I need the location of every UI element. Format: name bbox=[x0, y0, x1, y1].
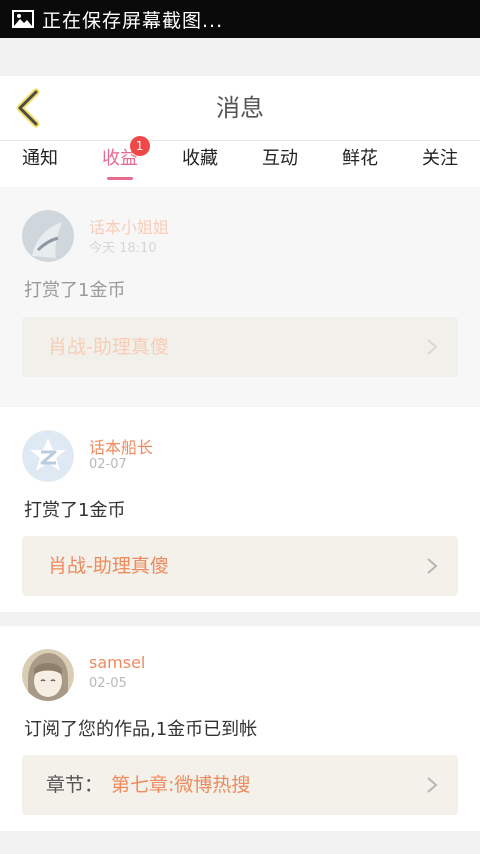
tab-earnings[interactable]: 收益 1 bbox=[80, 136, 160, 187]
work-link[interactable]: 肖战-助理真傻 bbox=[22, 536, 458, 596]
status-text: 正在保存屏幕截图... bbox=[42, 9, 224, 32]
tab-follow[interactable]: 关注 bbox=[400, 141, 480, 187]
page-title: 消息 bbox=[216, 94, 264, 122]
avatar[interactable] bbox=[22, 210, 74, 262]
chapter-link[interactable]: 章节： 第七章:微博热搜 bbox=[22, 755, 458, 815]
status-bar: 正在保存屏幕截图... bbox=[0, 0, 480, 38]
timestamp: 02-07 bbox=[89, 457, 127, 472]
action-text: 打赏了1金币 bbox=[24, 500, 126, 521]
header-bar: 消息 bbox=[0, 76, 480, 141]
tab-flowers[interactable]: 鲜花 bbox=[320, 141, 400, 187]
tab-label: 互动 bbox=[262, 148, 298, 169]
avatar-logo-icon bbox=[22, 430, 74, 482]
notification-card: samsel 02-05 订阅了您的作品,1金币已到帐 章节： 第七章:微博热搜 bbox=[0, 626, 480, 831]
action-text: 打赏了1金币 bbox=[24, 280, 126, 301]
unread-badge: 1 bbox=[129, 136, 150, 156]
tab-favorites[interactable]: 收藏 bbox=[160, 141, 240, 187]
chevron-right-icon bbox=[427, 339, 438, 355]
tab-label: 关注 bbox=[422, 148, 458, 169]
chapter-prefix: 章节： bbox=[46, 774, 104, 796]
user-name[interactable]: 话本船长 bbox=[89, 434, 153, 458]
user-name[interactable]: 话本小姐姐 bbox=[89, 214, 169, 238]
notification-card: 话本小姐姐 今天 18:10 打赏了1金币 肖战-助理真傻 bbox=[0, 187, 480, 406]
work-link[interactable]: 肖战-助理真傻 bbox=[22, 317, 458, 377]
chapter-title: 第七章:微博热搜 bbox=[111, 774, 251, 796]
tab-label: 通知 bbox=[22, 148, 58, 169]
tab-label: 鲜花 bbox=[342, 148, 378, 169]
chevron-right-icon bbox=[427, 558, 438, 574]
action-text: 订阅了您的作品,1金币已到帐 bbox=[24, 719, 258, 740]
work-title: 肖战-助理真傻 bbox=[48, 555, 169, 577]
tab-notice[interactable]: 通知 bbox=[0, 141, 80, 187]
user-name[interactable]: samsel bbox=[89, 653, 145, 672]
work-title: 肖战-助理真傻 bbox=[48, 336, 169, 358]
active-tab-underline bbox=[107, 177, 133, 180]
notification-card: 话本船长 02-07 打赏了1金币 肖战-助理真傻 bbox=[0, 407, 480, 612]
image-icon bbox=[12, 10, 34, 28]
avatar-image-icon bbox=[22, 210, 74, 262]
avatar[interactable] bbox=[22, 649, 74, 701]
tab-bar: 通知 收益 1 收藏 互动 鲜花 关注 bbox=[0, 136, 480, 187]
timestamp: 02-05 bbox=[89, 676, 127, 691]
avatar-image-icon bbox=[22, 649, 74, 701]
tab-interaction[interactable]: 互动 bbox=[240, 141, 320, 187]
avatar[interactable] bbox=[22, 430, 74, 482]
chevron-right-icon bbox=[427, 777, 438, 793]
timestamp: 今天 18:10 bbox=[89, 241, 157, 256]
tab-label: 收藏 bbox=[182, 148, 218, 169]
